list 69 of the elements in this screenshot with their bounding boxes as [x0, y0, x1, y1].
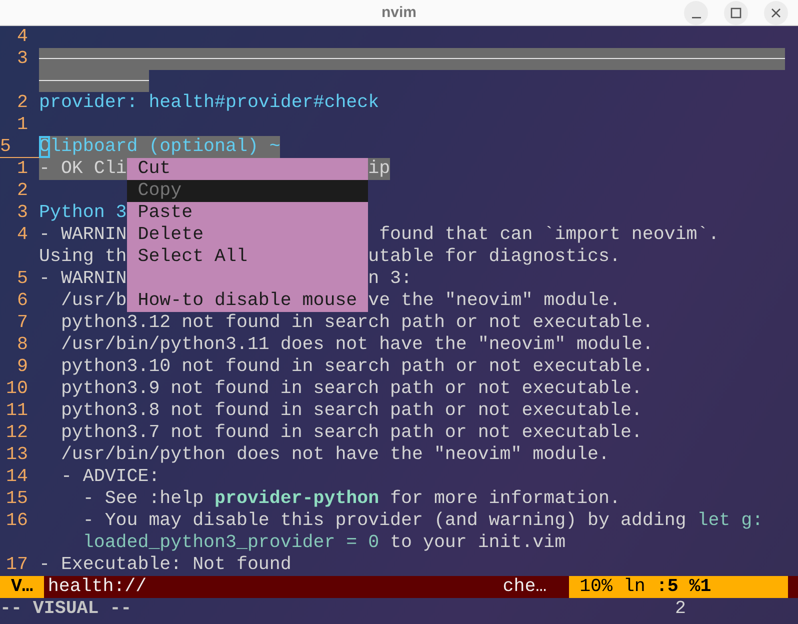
- menu-item[interactable]: How-to disable mouse: [126, 290, 368, 312]
- line-number: 1: [16, 114, 29, 136]
- minimize-icon: [692, 16, 700, 18]
- line-number: 9: [16, 356, 29, 378]
- cursor-position: 10% ln :5 %1: [568, 576, 788, 598]
- line-number: 11: [5, 400, 29, 422]
- menu-item[interactable]: Paste: [126, 202, 368, 224]
- menu-item[interactable]: Select All: [126, 246, 368, 268]
- line-number: 3: [16, 202, 29, 224]
- section-heading: Python 3: [39, 203, 127, 223]
- line-number: 5: [0, 136, 39, 158]
- line-number: 13: [5, 444, 29, 466]
- line-number: 14: [5, 466, 29, 488]
- section-heading: provider: health#provider#check: [39, 93, 380, 113]
- mode-message: -- VISUAL --: [0, 598, 132, 620]
- line-number: 16: [5, 510, 29, 532]
- report-text: Using th: [39, 247, 127, 267]
- report-text: /usr/bin/python3.11 does not have the "neovim" module.: [60, 335, 654, 355]
- report-text: - WARNIN: [39, 269, 127, 289]
- close-icon: [770, 7, 782, 19]
- file-name: health://: [48, 576, 147, 598]
- maximize-button[interactable]: [724, 1, 748, 25]
- report-text: - ADVICE:: [60, 467, 160, 487]
- window-title: nvim: [381, 3, 416, 23]
- menu-item[interactable]: Copy: [126, 180, 368, 202]
- report-text: found that can `import neovim`.: [378, 225, 720, 245]
- report-text: - OK Cli: [39, 159, 127, 179]
- report-text: - You may disable this provider (and warning) by adding: [82, 511, 688, 531]
- line-number: 4: [16, 26, 29, 48]
- line-number: 3: [16, 48, 29, 70]
- menu-item[interactable]: Delete: [126, 224, 368, 246]
- line-number: 17: [5, 554, 29, 576]
- report-text: utable for diagnostics.: [368, 247, 620, 267]
- help-tag: provider-python: [214, 489, 380, 509]
- line-number: 6: [16, 290, 29, 312]
- code-text: let g:: [697, 511, 764, 531]
- close-button[interactable]: [764, 1, 788, 25]
- report-text: ip: [368, 159, 390, 179]
- line-number: 8: [16, 334, 29, 356]
- report-text: python3.7 not found in search path or not executable.: [60, 423, 642, 443]
- report-text: for more information.: [389, 489, 620, 509]
- report-text: - See :help: [82, 489, 205, 509]
- file-type: che…: [502, 576, 547, 598]
- code-text: loaded_python3_provider = 0: [82, 533, 380, 553]
- report-text: python3.12 not found in search path or not executable.: [60, 313, 654, 333]
- line-number: 2: [16, 180, 29, 202]
- line-number: 4: [16, 224, 29, 246]
- line-number: 2: [16, 92, 29, 114]
- report-text: - Executable: Not found: [39, 555, 292, 575]
- report-text: /usr/b: [60, 291, 127, 311]
- report-text: - WARNIN: [39, 225, 127, 245]
- line-number: 7: [16, 312, 29, 334]
- report-text: python3.10 not found in search path or not executable.: [60, 357, 654, 377]
- report-text: /usr/bin/python does not have the "neovim" module.: [60, 445, 610, 465]
- report-text: python3.8 not found in search path or not executable.: [60, 401, 642, 421]
- line-number: 5: [16, 268, 29, 290]
- line-number: 1: [16, 158, 29, 180]
- line-number: 12: [5, 422, 29, 444]
- mode-indicator: V…: [0, 576, 44, 598]
- minimize-button[interactable]: [684, 1, 708, 25]
- line-number: 10: [5, 378, 29, 400]
- pending-command: 2: [675, 598, 686, 620]
- menu-item[interactable]: Cut: [126, 158, 368, 180]
- maximize-icon: [730, 7, 742, 19]
- report-text: ve the "neovim" module.: [368, 291, 620, 311]
- line-number: 15: [5, 488, 29, 510]
- report-text: to your init.vim: [389, 533, 566, 553]
- report-text: python3.9 not found in search path or not executable.: [60, 379, 642, 399]
- report-text: n 3:: [368, 269, 412, 289]
